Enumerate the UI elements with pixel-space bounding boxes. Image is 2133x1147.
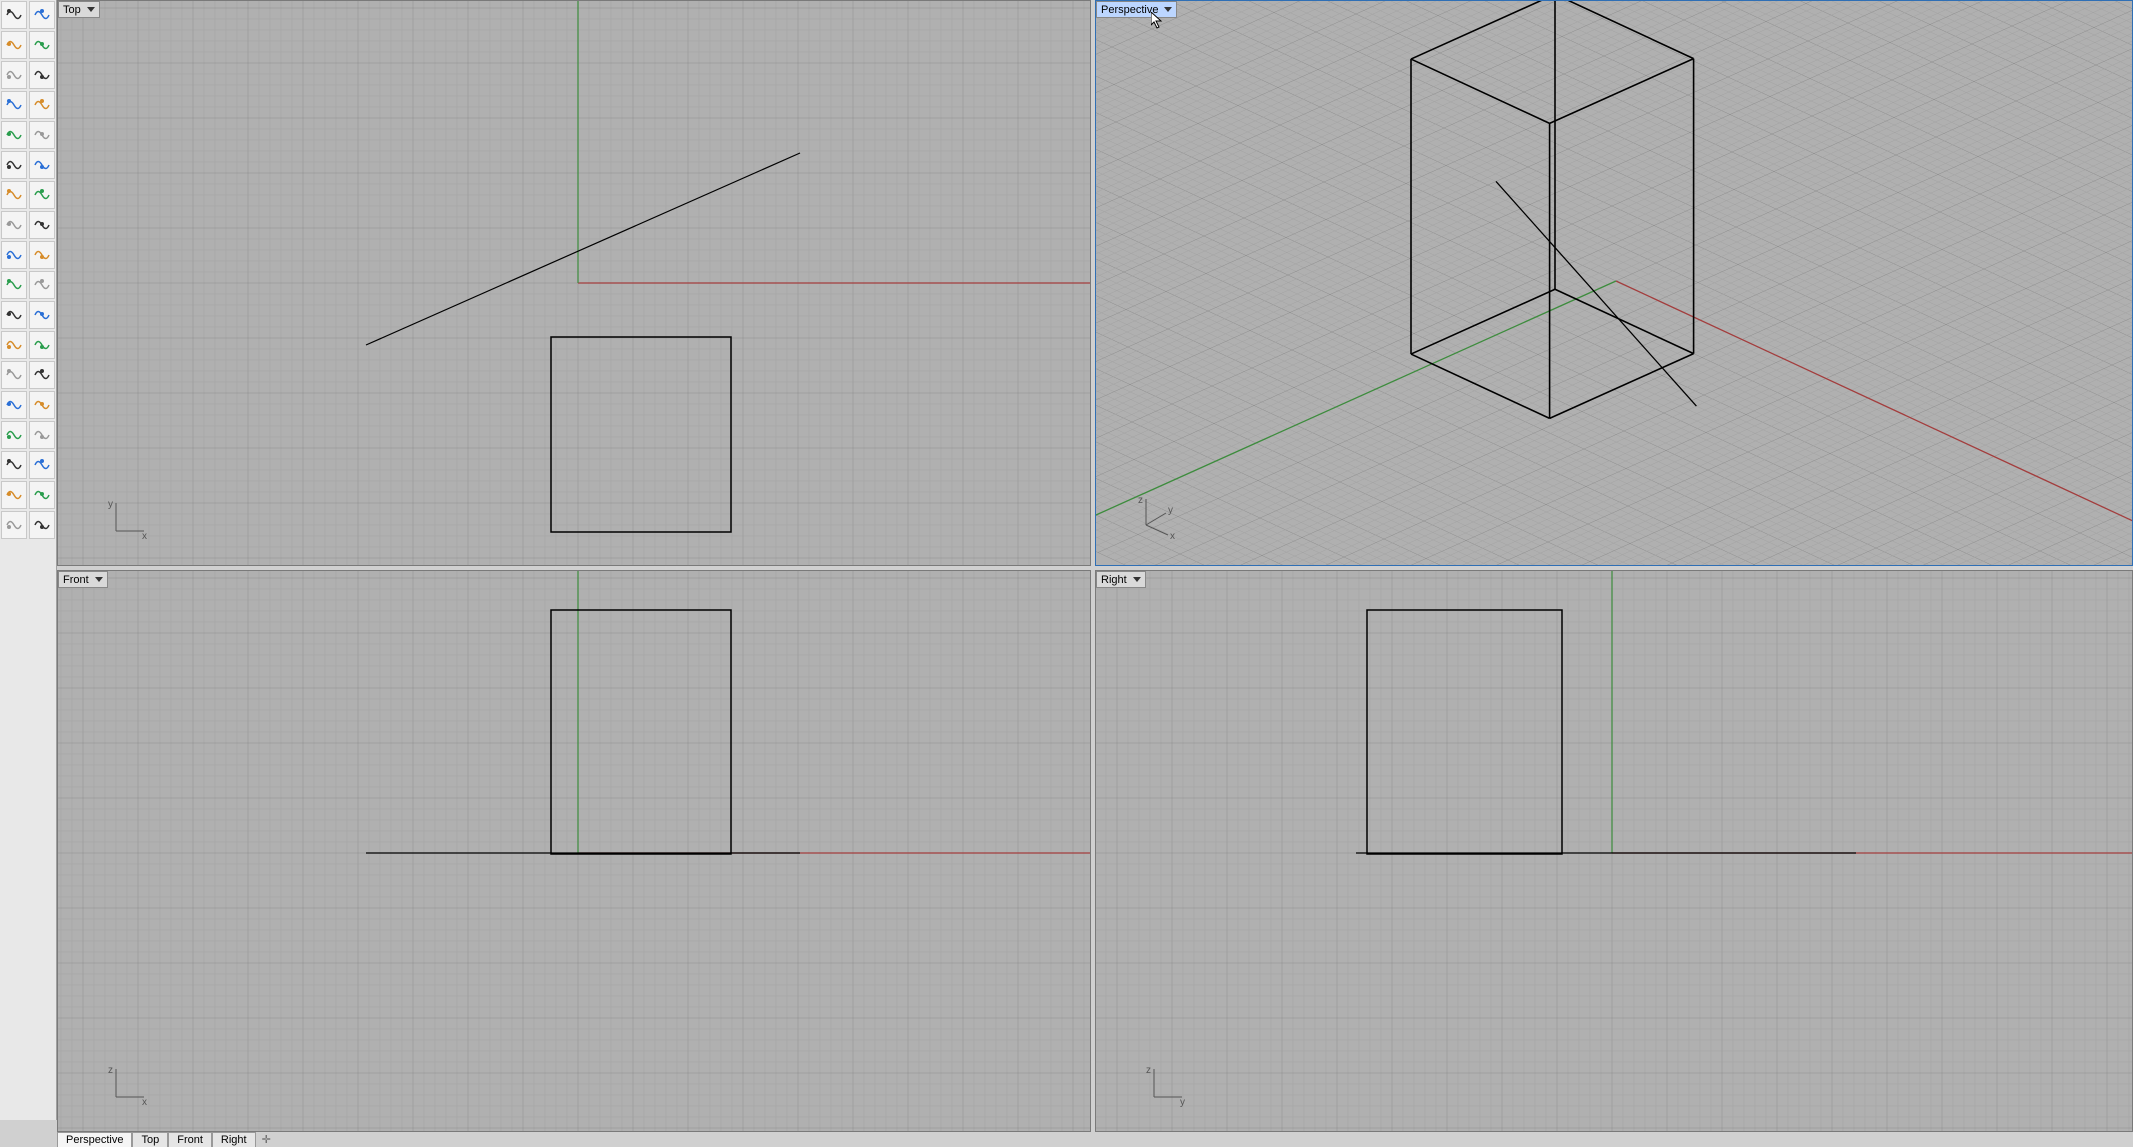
tool-button[interactable] — [1, 511, 27, 539]
tool-button[interactable] — [29, 271, 55, 299]
tool-button[interactable] — [1, 91, 27, 119]
viewport-top[interactable]: Top yx — [57, 0, 1091, 566]
tool-button[interactable] — [29, 361, 55, 389]
tool-button[interactable] — [29, 121, 55, 149]
tool-button[interactable] — [1, 331, 27, 359]
svg-text:x: x — [142, 1097, 147, 1108]
tool-button[interactable] — [1, 301, 27, 329]
svg-text:x: x — [142, 531, 147, 542]
tool-button[interactable] — [1, 451, 27, 479]
viewport-label: Perspective — [1101, 4, 1158, 16]
svg-text:y: y — [1168, 505, 1173, 516]
tool-button[interactable] — [1, 361, 27, 389]
tool-button[interactable] — [29, 421, 55, 449]
svg-text:z: z — [1146, 1065, 1151, 1076]
viewport-front[interactable]: Front zx — [57, 570, 1091, 1132]
dropdown-icon[interactable] — [1133, 577, 1141, 582]
tool-button[interactable] — [29, 181, 55, 209]
svg-text:y: y — [1180, 1097, 1185, 1108]
viewport-label: Top — [63, 4, 81, 16]
viewport-title-perspective[interactable]: Perspective — [1096, 1, 1177, 18]
add-viewport-tab-button[interactable]: ✛ — [256, 1133, 277, 1146]
viewport-canvas-perspective[interactable]: z y x — [1096, 1, 2132, 565]
tool-button[interactable] — [29, 391, 55, 419]
svg-text:x: x — [1170, 531, 1175, 542]
tool-button[interactable] — [1, 421, 27, 449]
tool-button[interactable] — [29, 451, 55, 479]
viewport-canvas-front[interactable]: zx — [58, 571, 1090, 1131]
tool-button[interactable] — [1, 61, 27, 89]
tool-button[interactable] — [1, 391, 27, 419]
viewport-tab-perspective[interactable]: Perspective — [57, 1132, 132, 1147]
dropdown-icon[interactable] — [1164, 7, 1172, 12]
tool-button[interactable] — [1, 31, 27, 59]
tool-button[interactable] — [29, 301, 55, 329]
tool-button[interactable] — [29, 31, 55, 59]
tool-button[interactable] — [29, 151, 55, 179]
viewport-right[interactable]: Right zy — [1095, 570, 2133, 1132]
viewport-label: Right — [1101, 574, 1127, 586]
tool-button[interactable] — [1, 271, 27, 299]
svg-text:y: y — [108, 499, 113, 510]
viewport-canvas-top[interactable]: yx — [58, 1, 1090, 565]
tool-button[interactable] — [29, 211, 55, 239]
viewport-title-front[interactable]: Front — [58, 571, 108, 588]
viewport-label: Front — [63, 574, 89, 586]
tool-palette — [0, 0, 57, 1120]
tool-button[interactable] — [1, 151, 27, 179]
tool-button[interactable] — [29, 91, 55, 119]
tool-button[interactable] — [29, 1, 55, 29]
dropdown-icon[interactable] — [87, 7, 95, 12]
dropdown-icon[interactable] — [95, 577, 103, 582]
viewport-perspective[interactable]: Perspective z y x — [1095, 0, 2133, 566]
viewport-title-right[interactable]: Right — [1096, 571, 1146, 588]
viewport-tab-front[interactable]: Front — [168, 1132, 212, 1147]
tool-button[interactable] — [29, 61, 55, 89]
svg-text:z: z — [1138, 495, 1143, 506]
tool-button[interactable] — [1, 211, 27, 239]
tool-button[interactable] — [1, 121, 27, 149]
tool-button[interactable] — [1, 181, 27, 209]
viewport-tab-top[interactable]: Top — [132, 1132, 168, 1147]
viewport-tabs: PerspectiveTopFrontRight✛ — [57, 1132, 277, 1147]
tool-button[interactable] — [1, 481, 27, 509]
tool-button[interactable] — [29, 511, 55, 539]
tool-button[interactable] — [1, 1, 27, 29]
viewport-area: Top yx Perspective zyx Front zx Right zy — [57, 0, 2132, 1132]
viewport-tab-right[interactable]: Right — [212, 1132, 256, 1147]
tool-button[interactable] — [29, 481, 55, 509]
svg-text:z: z — [108, 1065, 113, 1076]
tool-button[interactable] — [1, 241, 27, 269]
viewport-title-top[interactable]: Top — [58, 1, 100, 18]
tool-button[interactable] — [29, 241, 55, 269]
viewport-canvas-right[interactable]: zy — [1096, 571, 2132, 1131]
tool-button[interactable] — [29, 331, 55, 359]
